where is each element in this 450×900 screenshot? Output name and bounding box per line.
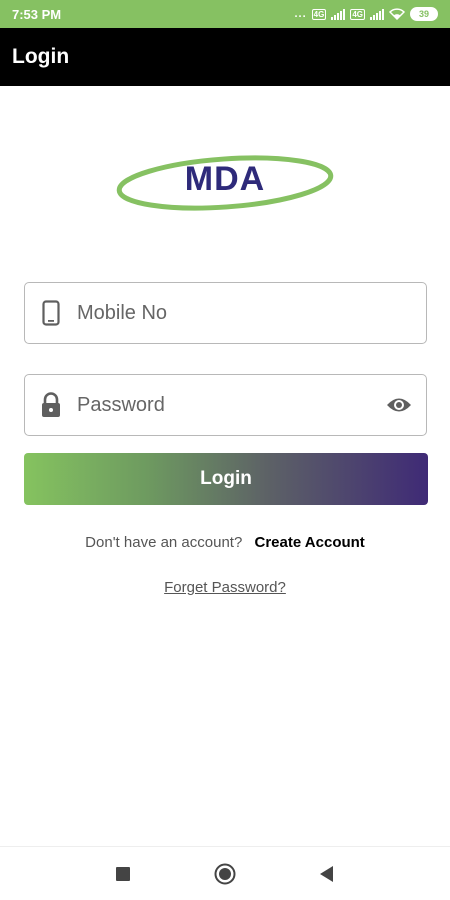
mda-logo: MDA xyxy=(114,150,336,216)
status-dots: ... xyxy=(294,8,307,20)
eye-icon[interactable] xyxy=(372,375,426,435)
sim2-badge: 4G xyxy=(350,8,365,20)
status-time: 7:53 PM xyxy=(12,6,62,22)
status-icons: ... 4G 4G 39 xyxy=(294,7,438,21)
signal-icon xyxy=(331,8,346,20)
signup-prompt: Don't have an account? xyxy=(85,534,243,551)
app-bar: Login xyxy=(0,28,450,86)
back-icon[interactable] xyxy=(311,858,343,890)
signup-row: Don't have an account? Create Account xyxy=(0,534,450,551)
page-title: Login xyxy=(12,45,70,68)
mobile-input[interactable] xyxy=(77,284,426,342)
lock-icon xyxy=(25,375,77,435)
navigation-bar xyxy=(0,846,450,900)
sim1-badge: 4G xyxy=(311,8,327,20)
create-account-link[interactable]: Create Account xyxy=(255,534,365,551)
battery-icon: 39 xyxy=(410,7,438,21)
recents-icon[interactable] xyxy=(107,858,139,890)
login-button[interactable]: Login xyxy=(24,453,428,505)
signal-icon xyxy=(370,8,384,20)
password-field[interactable] xyxy=(24,374,427,436)
forget-password-link[interactable]: Forget Password? xyxy=(0,579,450,596)
logo-text: MDA xyxy=(184,160,266,198)
password-input[interactable] xyxy=(77,376,372,434)
wifi-icon xyxy=(389,8,405,20)
mobile-field[interactable] xyxy=(24,282,427,344)
phone-icon xyxy=(25,283,77,343)
home-icon[interactable] xyxy=(209,858,241,890)
status-bar: 7:53 PM ... 4G 4G 39 xyxy=(0,0,450,28)
